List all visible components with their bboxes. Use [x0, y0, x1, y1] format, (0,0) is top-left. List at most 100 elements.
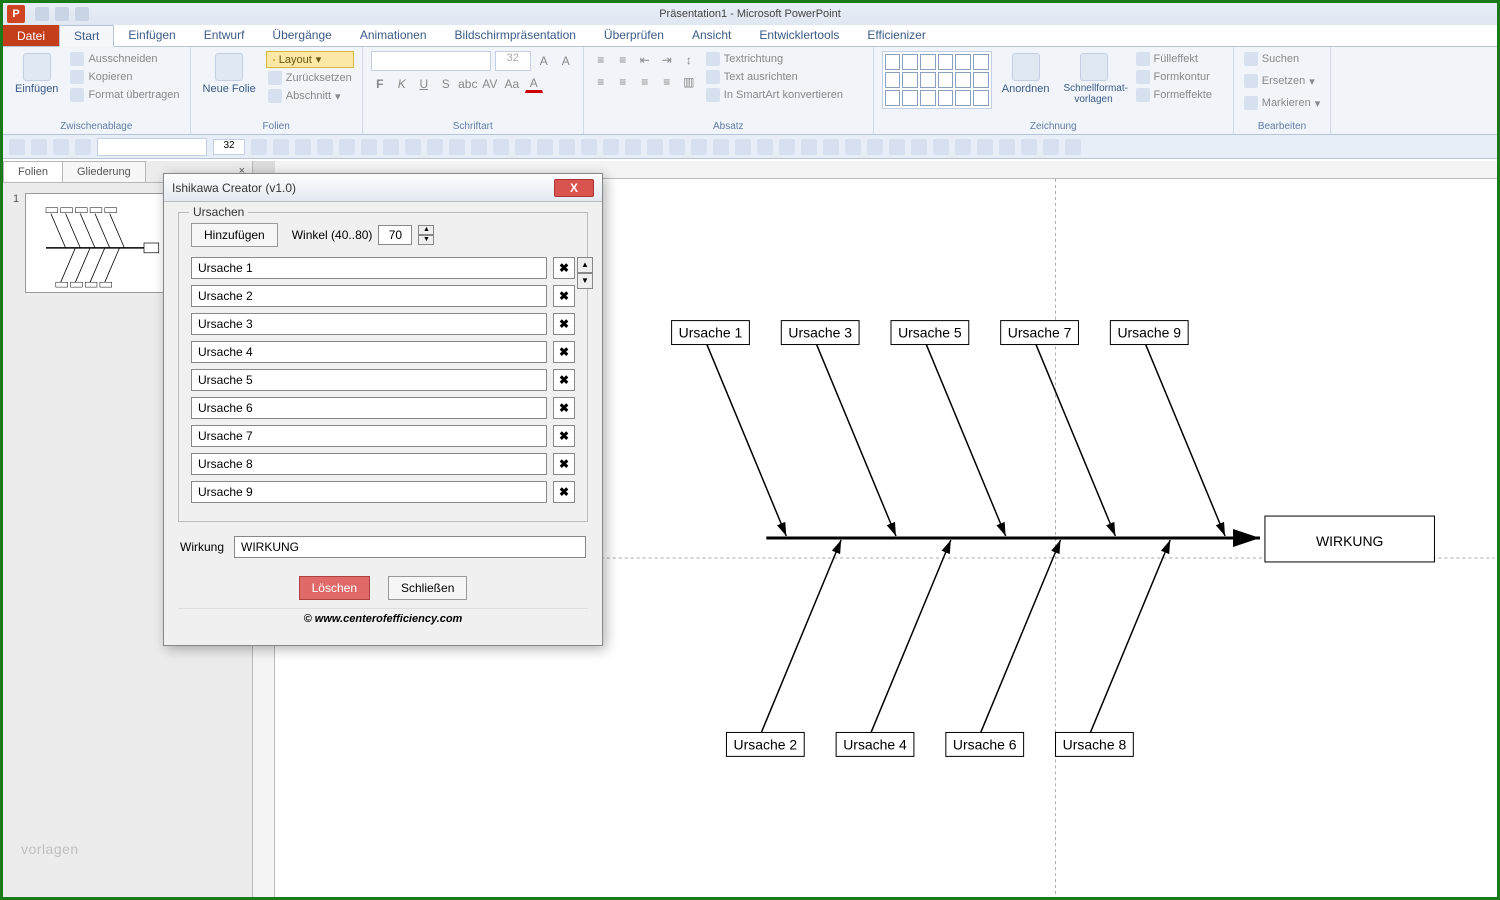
layout-button[interactable]: Layout ▾ [266, 51, 354, 68]
qat-icon[interactable] [493, 139, 509, 155]
delete-cause-button[interactable]: ✖ [553, 313, 575, 335]
tab-start[interactable]: Start [59, 25, 114, 47]
qat-icon[interactable] [625, 139, 641, 155]
cut-button[interactable]: Ausschneiden [68, 51, 181, 67]
arrange-button[interactable]: Anordnen [998, 51, 1054, 97]
qat-icon[interactable] [889, 139, 905, 155]
tab-view[interactable]: Ansicht [678, 25, 745, 46]
tab-design[interactable]: Entwurf [190, 25, 259, 46]
delete-cause-button[interactable]: ✖ [553, 341, 575, 363]
qat-undo-icon[interactable] [55, 7, 69, 21]
text-direction-button[interactable]: Textrichtung [704, 51, 845, 67]
underline-icon[interactable]: U [415, 75, 433, 93]
qat-icon[interactable] [603, 139, 619, 155]
new-slide-button[interactable]: Neue Folie [199, 51, 260, 97]
angle-down-button[interactable]: ▼ [418, 235, 434, 245]
tab-developer[interactable]: Entwicklertools [745, 25, 853, 46]
case-icon[interactable]: Aa [503, 75, 521, 93]
angle-input[interactable] [378, 225, 412, 245]
font-color-icon[interactable]: A [525, 75, 543, 93]
qat-icon[interactable] [713, 139, 729, 155]
qat-icon[interactable] [845, 139, 861, 155]
bullets-icon[interactable]: ≡ [592, 51, 610, 69]
cause-input[interactable] [191, 425, 547, 447]
qat-font-name[interactable] [97, 138, 207, 156]
qat-icon[interactable] [449, 139, 465, 155]
shape-effects-button[interactable]: Formeffekte [1134, 87, 1215, 103]
align-text-button[interactable]: Text ausrichten [704, 69, 845, 85]
qat-icon[interactable] [515, 139, 531, 155]
delete-cause-button[interactable]: ✖ [553, 425, 575, 447]
panel-tab-slides[interactable]: Folien [3, 161, 63, 182]
section-button[interactable]: Abschnitt ▾ [266, 88, 354, 104]
qat-icon[interactable] [647, 139, 663, 155]
qat-icon[interactable] [251, 139, 267, 155]
qat-icon[interactable] [1043, 139, 1059, 155]
tab-transitions[interactable]: Übergänge [258, 25, 345, 46]
qat-icon[interactable] [823, 139, 839, 155]
tab-efficienizer[interactable]: Efficienizer [853, 25, 939, 46]
qat-icon[interactable] [757, 139, 773, 155]
tab-review[interactable]: Überprüfen [590, 25, 678, 46]
strike-icon[interactable]: S [437, 75, 455, 93]
qat-icon[interactable] [53, 139, 69, 155]
delete-cause-button[interactable]: ✖ [553, 285, 575, 307]
qat-icon[interactable] [383, 139, 399, 155]
qat-icon[interactable] [75, 139, 91, 155]
spacing-icon[interactable]: AV [481, 75, 499, 93]
qat-save-icon[interactable] [35, 7, 49, 21]
qat-icon[interactable] [999, 139, 1015, 155]
qat-redo-icon[interactable] [75, 7, 89, 21]
delete-cause-button[interactable]: ✖ [553, 369, 575, 391]
ishikawa-dialog[interactable]: Ishikawa Creator (v1.0) X Ursachen Hinzu… [163, 173, 603, 646]
scroll-down-button[interactable]: ▼ [577, 273, 593, 289]
qat-icon[interactable] [427, 139, 443, 155]
paste-button[interactable]: Einfügen [11, 51, 62, 97]
qat-icon[interactable] [691, 139, 707, 155]
qat-font-size[interactable]: 32 [213, 139, 245, 155]
cause-input[interactable] [191, 313, 547, 335]
indent-inc-icon[interactable]: ⇥ [658, 51, 676, 69]
copy-button[interactable]: Kopieren [68, 69, 181, 85]
qat-icon[interactable] [977, 139, 993, 155]
shadow-icon[interactable]: abc [459, 75, 477, 93]
qat-icon[interactable] [1021, 139, 1037, 155]
qat-icon[interactable] [405, 139, 421, 155]
cause-input[interactable] [191, 481, 547, 503]
shape-fill-button[interactable]: Fülleffekt [1134, 51, 1215, 67]
find-button[interactable]: Suchen [1242, 51, 1301, 67]
qat-icon[interactable] [867, 139, 883, 155]
delete-cause-button[interactable]: ✖ [553, 481, 575, 503]
cause-input[interactable] [191, 341, 547, 363]
qat-icon[interactable] [537, 139, 553, 155]
qat-icon[interactable] [317, 139, 333, 155]
tab-file[interactable]: Datei [3, 25, 59, 46]
select-button[interactable]: Markieren ▾ [1242, 95, 1322, 111]
qat-icon[interactable] [559, 139, 575, 155]
reset-button[interactable]: Zurücksetzen [266, 70, 354, 86]
qat-icon[interactable] [9, 139, 25, 155]
panel-tab-outline[interactable]: Gliederung [62, 161, 146, 182]
qat-icon[interactable] [801, 139, 817, 155]
font-name-input[interactable] [371, 51, 491, 71]
delete-button[interactable]: Löschen [299, 576, 370, 600]
secondary-toolbar[interactable]: 32 [3, 135, 1497, 159]
format-painter-button[interactable]: Format übertragen [68, 87, 181, 103]
indent-dec-icon[interactable]: ⇤ [636, 51, 654, 69]
qat-icon[interactable] [779, 139, 795, 155]
numbering-icon[interactable]: ≡ [614, 51, 632, 69]
add-cause-button[interactable]: Hinzufügen [191, 223, 278, 247]
qat-icon[interactable] [339, 139, 355, 155]
dialog-close-button[interactable]: X [554, 179, 594, 197]
smartart-button[interactable]: In SmartArt konvertieren [704, 87, 845, 103]
align-center-icon[interactable]: ≡ [614, 73, 632, 91]
cause-input[interactable] [191, 453, 547, 475]
italic-icon[interactable]: K [393, 75, 411, 93]
font-size-input[interactable]: 32 [495, 51, 531, 71]
shape-outline-button[interactable]: Formkontur [1134, 69, 1215, 85]
cause-input[interactable] [191, 397, 547, 419]
qat-icon[interactable] [471, 139, 487, 155]
qat-icon[interactable] [361, 139, 377, 155]
qat-icon[interactable] [581, 139, 597, 155]
effect-input[interactable] [234, 536, 586, 558]
